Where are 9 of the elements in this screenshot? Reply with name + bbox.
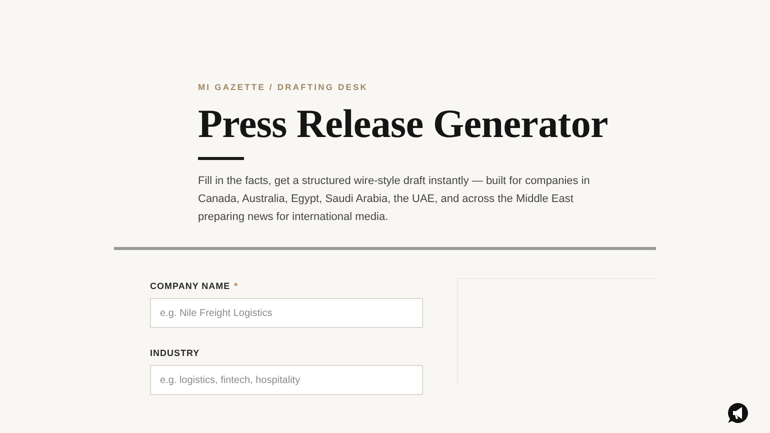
intro-text: Fill in the facts, get a structured wire-style draft instantly — built for companies in Canada, Australia, Egypt, Saudi Arabia, the UAE, and across the Middle East preparing news for international media.: [198, 174, 591, 225]
input-field[interactable]: e.g. Nile Freight Logistics: [150, 298, 423, 328]
input-field[interactable]: e.g. logistics, fintech, hospitality: [150, 365, 423, 395]
page-title: Press Release Generator: [198, 100, 609, 147]
field-label: INDUSTRY: [150, 348, 200, 358]
field-label: COMPANY NAME: [150, 281, 230, 291]
megaphone-icon[interactable]: [727, 402, 749, 424]
eyebrow-label: MI GAZETTE / DRAFTING DESK: [198, 82, 370, 92]
required-mark: *: [234, 281, 238, 291]
